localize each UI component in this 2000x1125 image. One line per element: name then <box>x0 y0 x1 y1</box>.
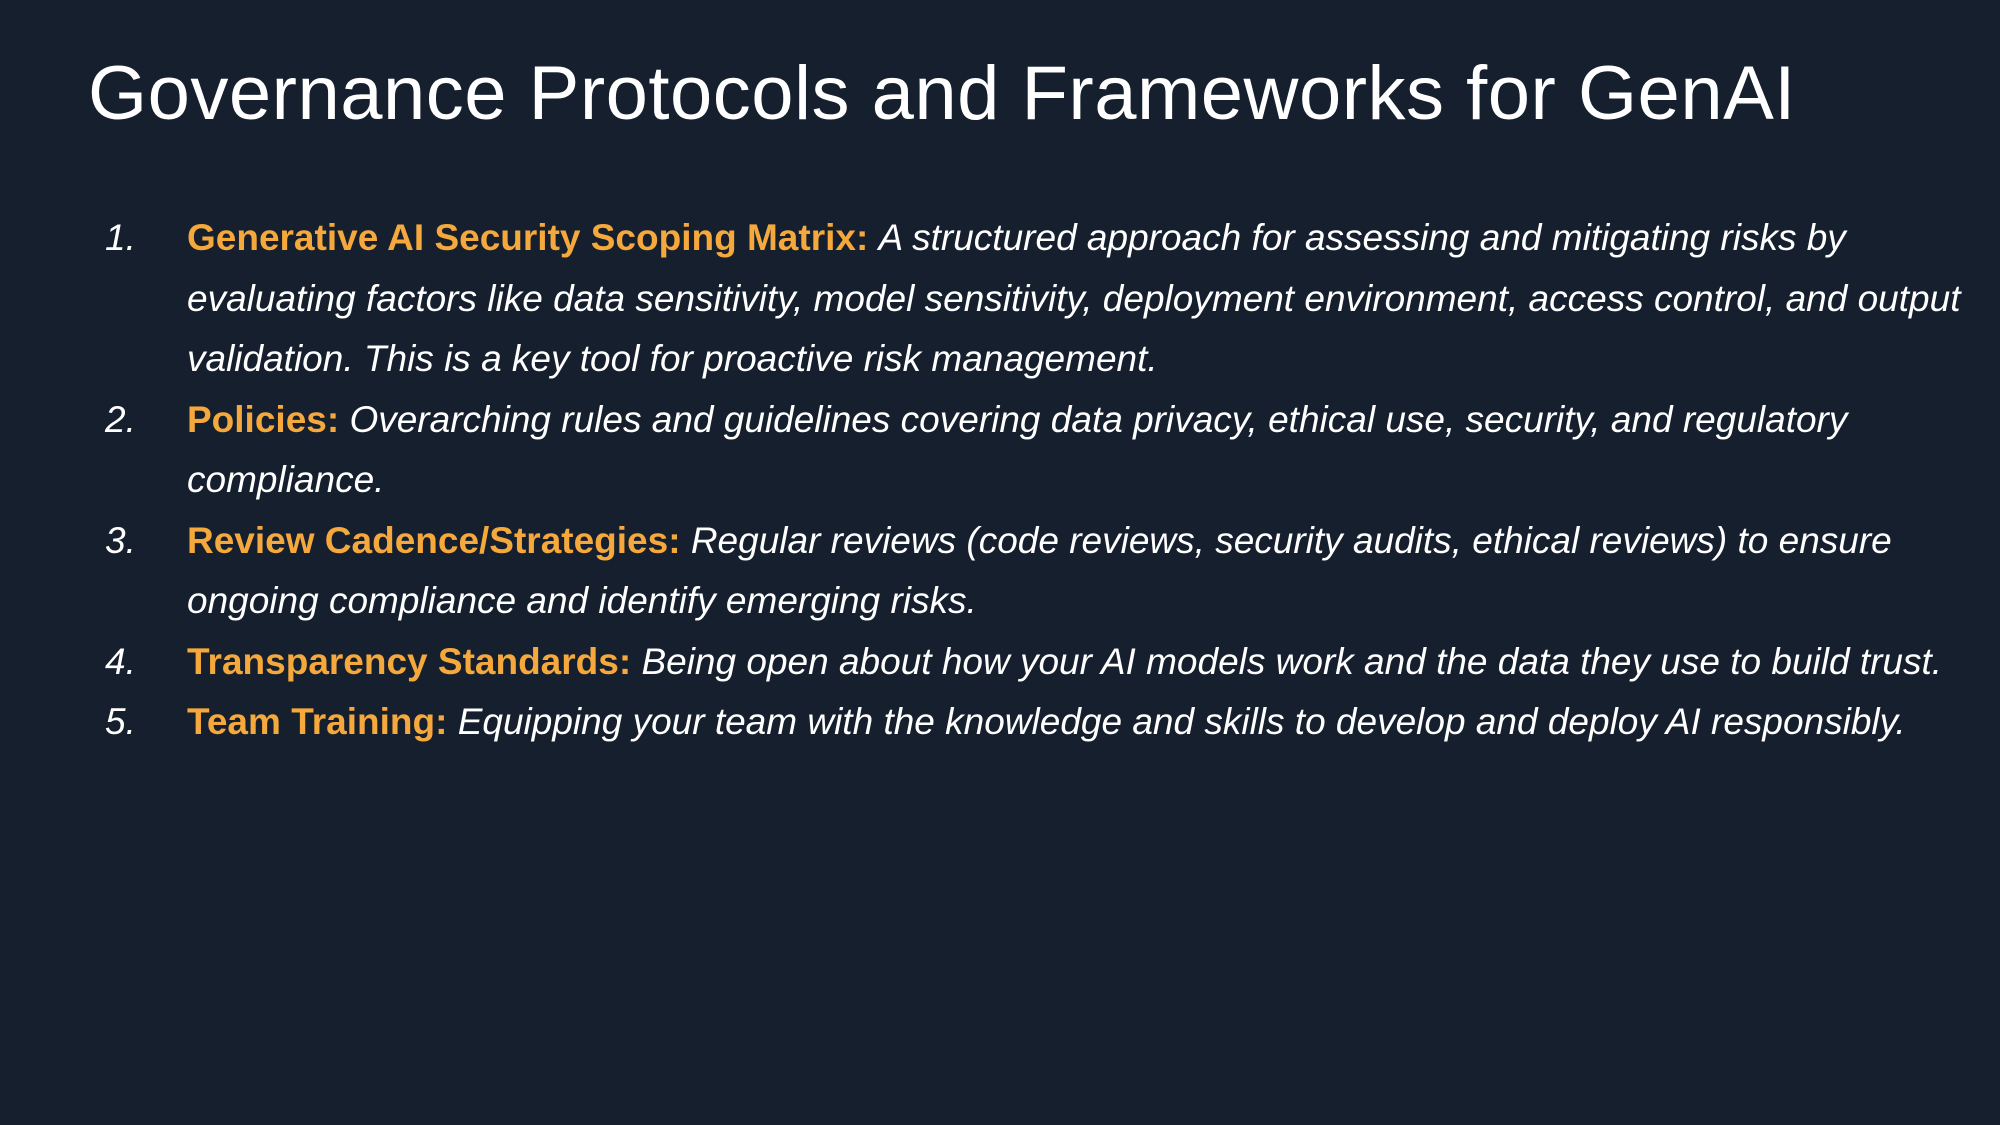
list-item-term: Team Training: <box>187 701 458 742</box>
list-item-number: 4. <box>105 640 136 682</box>
list-item: 3. Review Cadence/Strategies: Regular re… <box>105 511 1965 632</box>
slide-title: Governance Protocols and Frameworks for … <box>88 51 1796 136</box>
list-item-number: 2. <box>105 398 136 440</box>
list-item: 5. Team Training: Equipping your team wi… <box>105 692 1965 753</box>
list-item-number: 3. <box>105 519 136 561</box>
list-item: 4. Transparency Standards: Being open ab… <box>105 632 1965 693</box>
list-item-content: Review Cadence/Strategies: Regular revie… <box>187 511 1965 632</box>
governance-list: 1. Generative AI Security Scoping Matrix… <box>105 208 1965 753</box>
list-item-content: Team Training: Equipping your team with … <box>187 692 1965 753</box>
list-item-description: Equipping your team with the knowledge a… <box>457 701 1906 742</box>
list-item-term: Policies: <box>187 398 350 440</box>
list-item-term: Generative AI Security Scoping Matrix: <box>187 217 879 258</box>
slide: Governance Protocols and Frameworks for … <box>0 0 2000 1125</box>
list-item-term: Transparency Standards: <box>187 640 642 682</box>
list-item-content: Transparency Standards: Being open about… <box>187 632 1965 693</box>
list-item: 1. Generative AI Security Scoping Matrix… <box>105 208 1965 390</box>
list-item-content: Generative AI Security Scoping Matrix: A… <box>187 208 1965 390</box>
list-item-number: 1. <box>105 217 136 258</box>
list-item-content: Policies: Overarching rules and guidelin… <box>187 390 1965 511</box>
list-item: 2. Policies: Overarching rules and guide… <box>105 390 1965 511</box>
list-item-description: Being open about how your AI models work… <box>641 640 1943 682</box>
list-item-number: 5. <box>105 701 136 742</box>
list-item-term: Review Cadence/Strategies: <box>187 519 691 561</box>
list-item-description: Overarching rules and guidelines coverin… <box>187 398 1848 501</box>
